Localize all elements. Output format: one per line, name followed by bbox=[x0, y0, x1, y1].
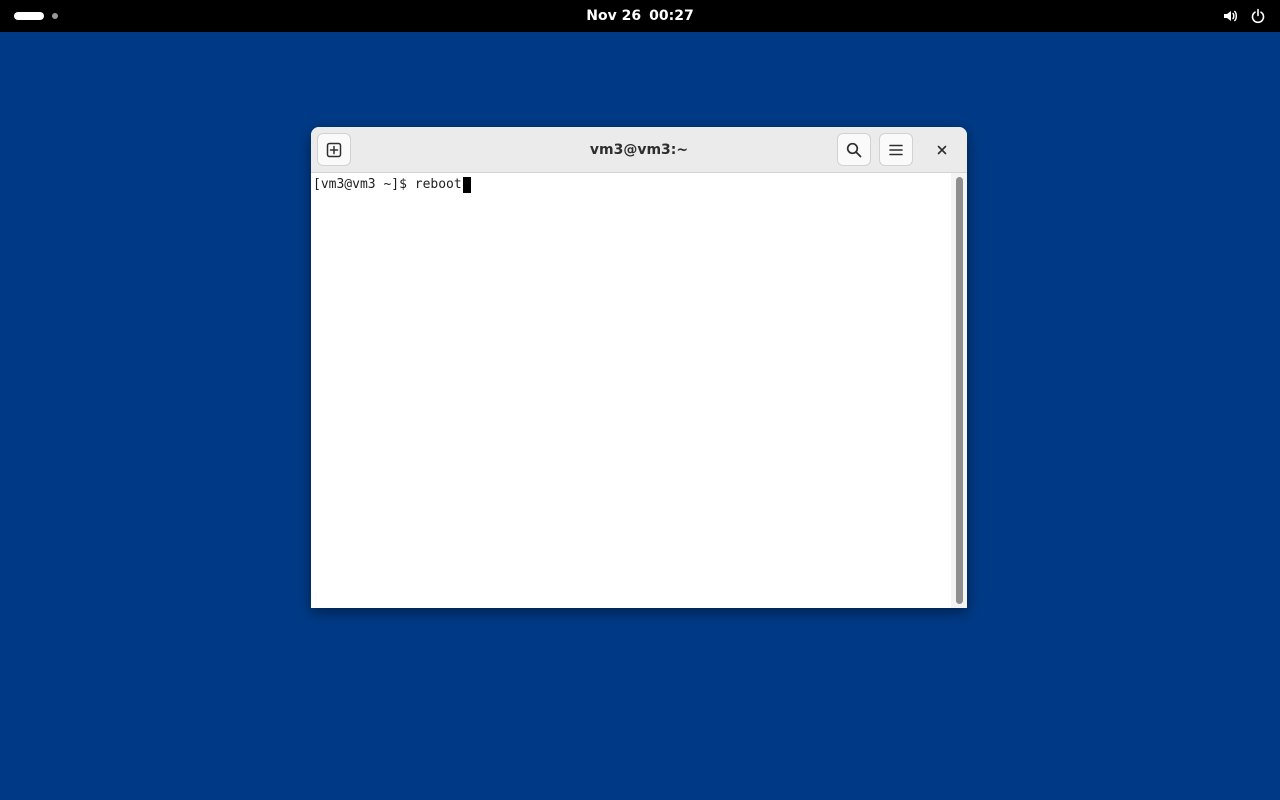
system-tray[interactable] bbox=[1222, 0, 1266, 32]
scrollbar-thumb[interactable] bbox=[956, 177, 963, 604]
volume-icon[interactable] bbox=[1222, 8, 1238, 24]
close-icon bbox=[937, 145, 947, 155]
clock[interactable]: Nov 26 00:27 bbox=[0, 0, 1280, 32]
terminal-window[interactable]: vm3@vm3:~ [vm3@vm3 ~]$ reboot bbox=[311, 127, 967, 608]
header-bar[interactable]: vm3@vm3:~ bbox=[311, 127, 967, 173]
clock-time: 00:27 bbox=[649, 8, 694, 24]
search-icon bbox=[846, 142, 862, 157]
terminal-area[interactable]: [vm3@vm3 ~]$ reboot bbox=[311, 173, 967, 608]
close-button[interactable] bbox=[931, 139, 953, 161]
text-cursor bbox=[462, 176, 471, 193]
menu-button[interactable] bbox=[879, 133, 913, 166]
new-tab-button[interactable] bbox=[317, 133, 351, 166]
terminal-command: reboot bbox=[414, 177, 462, 192]
terminal-line: [vm3@vm3 ~]$ reboot bbox=[313, 176, 471, 193]
hamburger-menu-icon bbox=[889, 144, 903, 155]
top-bar: Nov 26 00:27 bbox=[0, 0, 1280, 32]
terminal-prompt: [vm3@vm3 ~]$ bbox=[313, 177, 415, 192]
new-tab-icon bbox=[326, 142, 342, 157]
power-icon[interactable] bbox=[1250, 8, 1266, 24]
vertical-scrollbar[interactable] bbox=[951, 173, 967, 608]
clock-date: Nov 26 bbox=[586, 8, 642, 24]
search-button[interactable] bbox=[837, 133, 871, 166]
